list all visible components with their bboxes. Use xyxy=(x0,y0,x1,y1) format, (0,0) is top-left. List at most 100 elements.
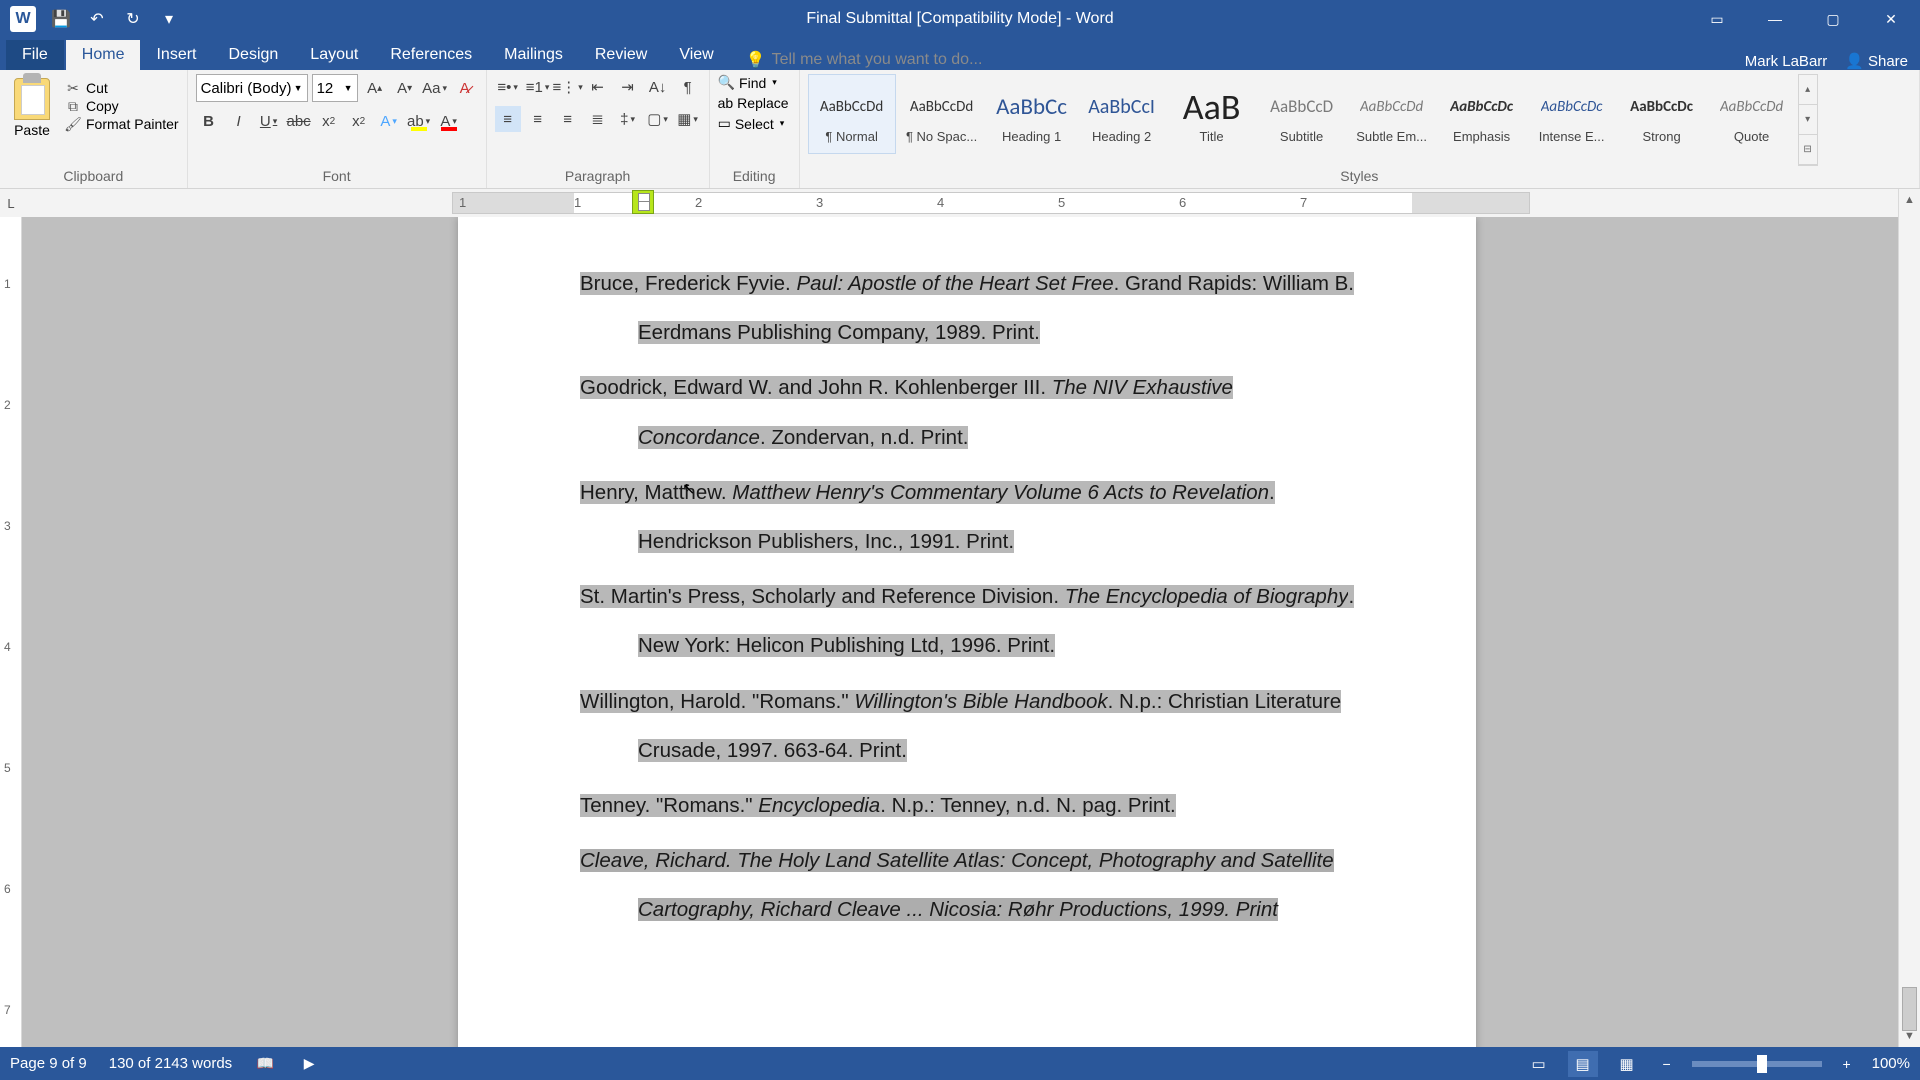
maximize-button[interactable]: ▢ xyxy=(1804,0,1862,38)
page[interactable]: Bruce, Frederick Fyvie. Paul: Apostle of… xyxy=(458,217,1476,1047)
style-heading-2[interactable]: AaBbCcIHeading 2 xyxy=(1078,74,1166,154)
strikethrough-button[interactable]: abc xyxy=(286,108,312,134)
tell-me-placeholder: Tell me what you want to do... xyxy=(772,51,983,69)
line-spacing-button[interactable]: ‡▾ xyxy=(615,106,641,132)
numbering-button[interactable]: ≡1▾ xyxy=(525,74,551,100)
superscript-button[interactable]: x2 xyxy=(346,108,372,134)
font-size-combo[interactable]: 12▼ xyxy=(312,74,358,102)
ribbon-display-icon[interactable]: ▭ xyxy=(1688,0,1746,38)
read-mode-button[interactable]: ▭ xyxy=(1524,1051,1554,1077)
redo-icon[interactable]: ↻ xyxy=(122,8,144,30)
paste-button[interactable]: Paste xyxy=(8,74,56,138)
macro-icon[interactable]: ▶ xyxy=(298,1053,320,1075)
select-button[interactable]: ▭Select▾ xyxy=(718,115,791,132)
save-icon[interactable]: 💾 xyxy=(50,8,72,30)
find-button[interactable]: 🔍Find▾ xyxy=(718,74,791,91)
change-case-button[interactable]: Aa▾ xyxy=(422,75,448,101)
sort-button[interactable]: A↓ xyxy=(645,74,671,100)
close-button[interactable]: ✕ xyxy=(1862,0,1920,38)
lightbulb-icon: 💡 xyxy=(746,50,766,70)
paintbrush-icon: 🖌 xyxy=(64,116,82,132)
scroll-down-button[interactable]: ▼ xyxy=(1899,1025,1920,1047)
signed-in-user[interactable]: Mark LaBarr xyxy=(1745,53,1828,70)
tab-file[interactable]: File xyxy=(6,40,64,70)
font-name-combo[interactable]: Calibri (Body)▼ xyxy=(196,74,308,102)
style-title[interactable]: AaBTitle xyxy=(1168,74,1256,154)
page-indicator[interactable]: Page 9 of 9 xyxy=(10,1055,87,1072)
spellcheck-icon[interactable]: 📖 xyxy=(254,1053,276,1075)
zoom-in-button[interactable]: + xyxy=(1836,1053,1858,1075)
replace-button[interactable]: abReplace xyxy=(718,95,791,111)
tab-home[interactable]: Home xyxy=(66,40,141,70)
scroll-up-button[interactable]: ▲ xyxy=(1899,189,1920,211)
highlight-button[interactable]: ab▾ xyxy=(406,108,432,134)
style-subtle-em-[interactable]: AaBbCcDdSubtle Em... xyxy=(1348,74,1436,154)
align-left-button[interactable]: ≡ xyxy=(495,106,521,132)
format-painter-button[interactable]: 🖌Format Painter xyxy=(64,116,179,132)
tab-review[interactable]: Review xyxy=(579,40,663,70)
indent-marker[interactable] xyxy=(632,190,654,214)
bibliography-entry[interactable]: Henry, Matthew. Matthew Henry's Commenta… xyxy=(580,468,1356,566)
style-strong[interactable]: AaBbCcDcStrong xyxy=(1618,74,1706,154)
copy-button[interactable]: ⧉Copy xyxy=(64,98,179,114)
decrease-indent-button[interactable]: ⇤ xyxy=(585,74,611,100)
style-quote[interactable]: AaBbCcDdQuote xyxy=(1708,74,1796,154)
zoom-level[interactable]: 100% xyxy=(1872,1055,1910,1072)
minimize-button[interactable]: — xyxy=(1746,0,1804,38)
tab-layout[interactable]: Layout xyxy=(294,40,374,70)
bibliography-entry[interactable]: Cleave, Richard. The Holy Land Satellite… xyxy=(580,836,1356,934)
word-count[interactable]: 130 of 2143 words xyxy=(109,1055,232,1072)
tab-design[interactable]: Design xyxy=(212,40,294,70)
clear-formatting-button[interactable]: A̷ xyxy=(452,75,478,101)
style-heading-1[interactable]: AaBbCcHeading 1 xyxy=(988,74,1076,154)
style-emphasis[interactable]: AaBbCcDcEmphasis xyxy=(1438,74,1526,154)
vertical-scrollbar[interactable]: ▲ ▼ xyxy=(1898,189,1920,1047)
tell-me-search[interactable]: 💡 Tell me what you want to do... xyxy=(746,50,983,70)
bold-button[interactable]: B xyxy=(196,108,222,134)
bibliography-entry[interactable]: St. Martin's Press, Scholarly and Refere… xyxy=(580,572,1356,670)
tab-view[interactable]: View xyxy=(663,40,729,70)
tab-insert[interactable]: Insert xyxy=(140,40,212,70)
shading-button[interactable]: ▢▾ xyxy=(645,106,671,132)
shrink-font-button[interactable]: A▾ xyxy=(392,75,418,101)
quick-access-toolbar: W 💾 ↶ ↻ ▾ xyxy=(0,6,180,32)
styles-more-button[interactable]: ▴▾⊟ xyxy=(1798,74,1818,166)
multilevel-list-button[interactable]: ≡⋮▾ xyxy=(555,74,581,100)
italic-button[interactable]: I xyxy=(226,108,252,134)
show-hide-button[interactable]: ¶ xyxy=(675,74,701,100)
share-button[interactable]: 👤 Share xyxy=(1845,52,1908,70)
style-intense-e-[interactable]: AaBbCcDcIntense E... xyxy=(1528,74,1616,154)
horizontal-ruler[interactable]: L 11234567 xyxy=(0,189,1920,217)
tab-references[interactable]: References xyxy=(374,40,488,70)
borders-button[interactable]: ▦▾ xyxy=(675,106,701,132)
bibliography-entry[interactable]: Tenney. "Romans." Encyclopedia. N.p.: Te… xyxy=(580,781,1356,830)
align-right-button[interactable]: ≡ xyxy=(555,106,581,132)
style--normal[interactable]: AaBbCcDd¶ Normal xyxy=(808,74,896,154)
undo-icon[interactable]: ↶ xyxy=(86,8,108,30)
vertical-ruler[interactable]: 1234567 xyxy=(0,217,22,1047)
font-color-button[interactable]: A▾ xyxy=(436,108,462,134)
underline-button[interactable]: U▾ xyxy=(256,108,282,134)
style-subtitle[interactable]: AaBbCcDSubtitle xyxy=(1258,74,1346,154)
subscript-button[interactable]: x2 xyxy=(316,108,342,134)
cut-button[interactable]: ✂Cut xyxy=(64,80,179,96)
bibliography-entry[interactable]: Bruce, Frederick Fyvie. Paul: Apostle of… xyxy=(580,259,1356,357)
increase-indent-button[interactable]: ⇥ xyxy=(615,74,641,100)
tab-mailings[interactable]: Mailings xyxy=(488,40,579,70)
qat-customize-icon[interactable]: ▾ xyxy=(158,8,180,30)
document-area[interactable]: Bruce, Frederick Fyvie. Paul: Apostle of… xyxy=(22,217,1898,1047)
bullets-button[interactable]: ≡•▾ xyxy=(495,74,521,100)
grow-font-button[interactable]: A▴ xyxy=(362,75,388,101)
print-layout-button[interactable]: ▤ xyxy=(1568,1051,1598,1077)
zoom-slider[interactable] xyxy=(1692,1061,1822,1067)
zoom-out-button[interactable]: − xyxy=(1656,1053,1678,1075)
text-effects-button[interactable]: A▾ xyxy=(376,108,402,134)
bibliography-entry[interactable]: Goodrick, Edward W. and John R. Kohlenbe… xyxy=(580,363,1356,461)
bibliography-entry[interactable]: Willington, Harold. "Romans." Willington… xyxy=(580,677,1356,775)
align-center-button[interactable]: ≡ xyxy=(525,106,551,132)
justify-button[interactable]: ≣ xyxy=(585,106,611,132)
web-layout-button[interactable]: ▦ xyxy=(1612,1051,1642,1077)
tab-selector[interactable]: L xyxy=(0,189,22,217)
scissors-icon: ✂ xyxy=(64,80,82,96)
style--no-spac-[interactable]: AaBbCcDd¶ No Spac... xyxy=(898,74,986,154)
